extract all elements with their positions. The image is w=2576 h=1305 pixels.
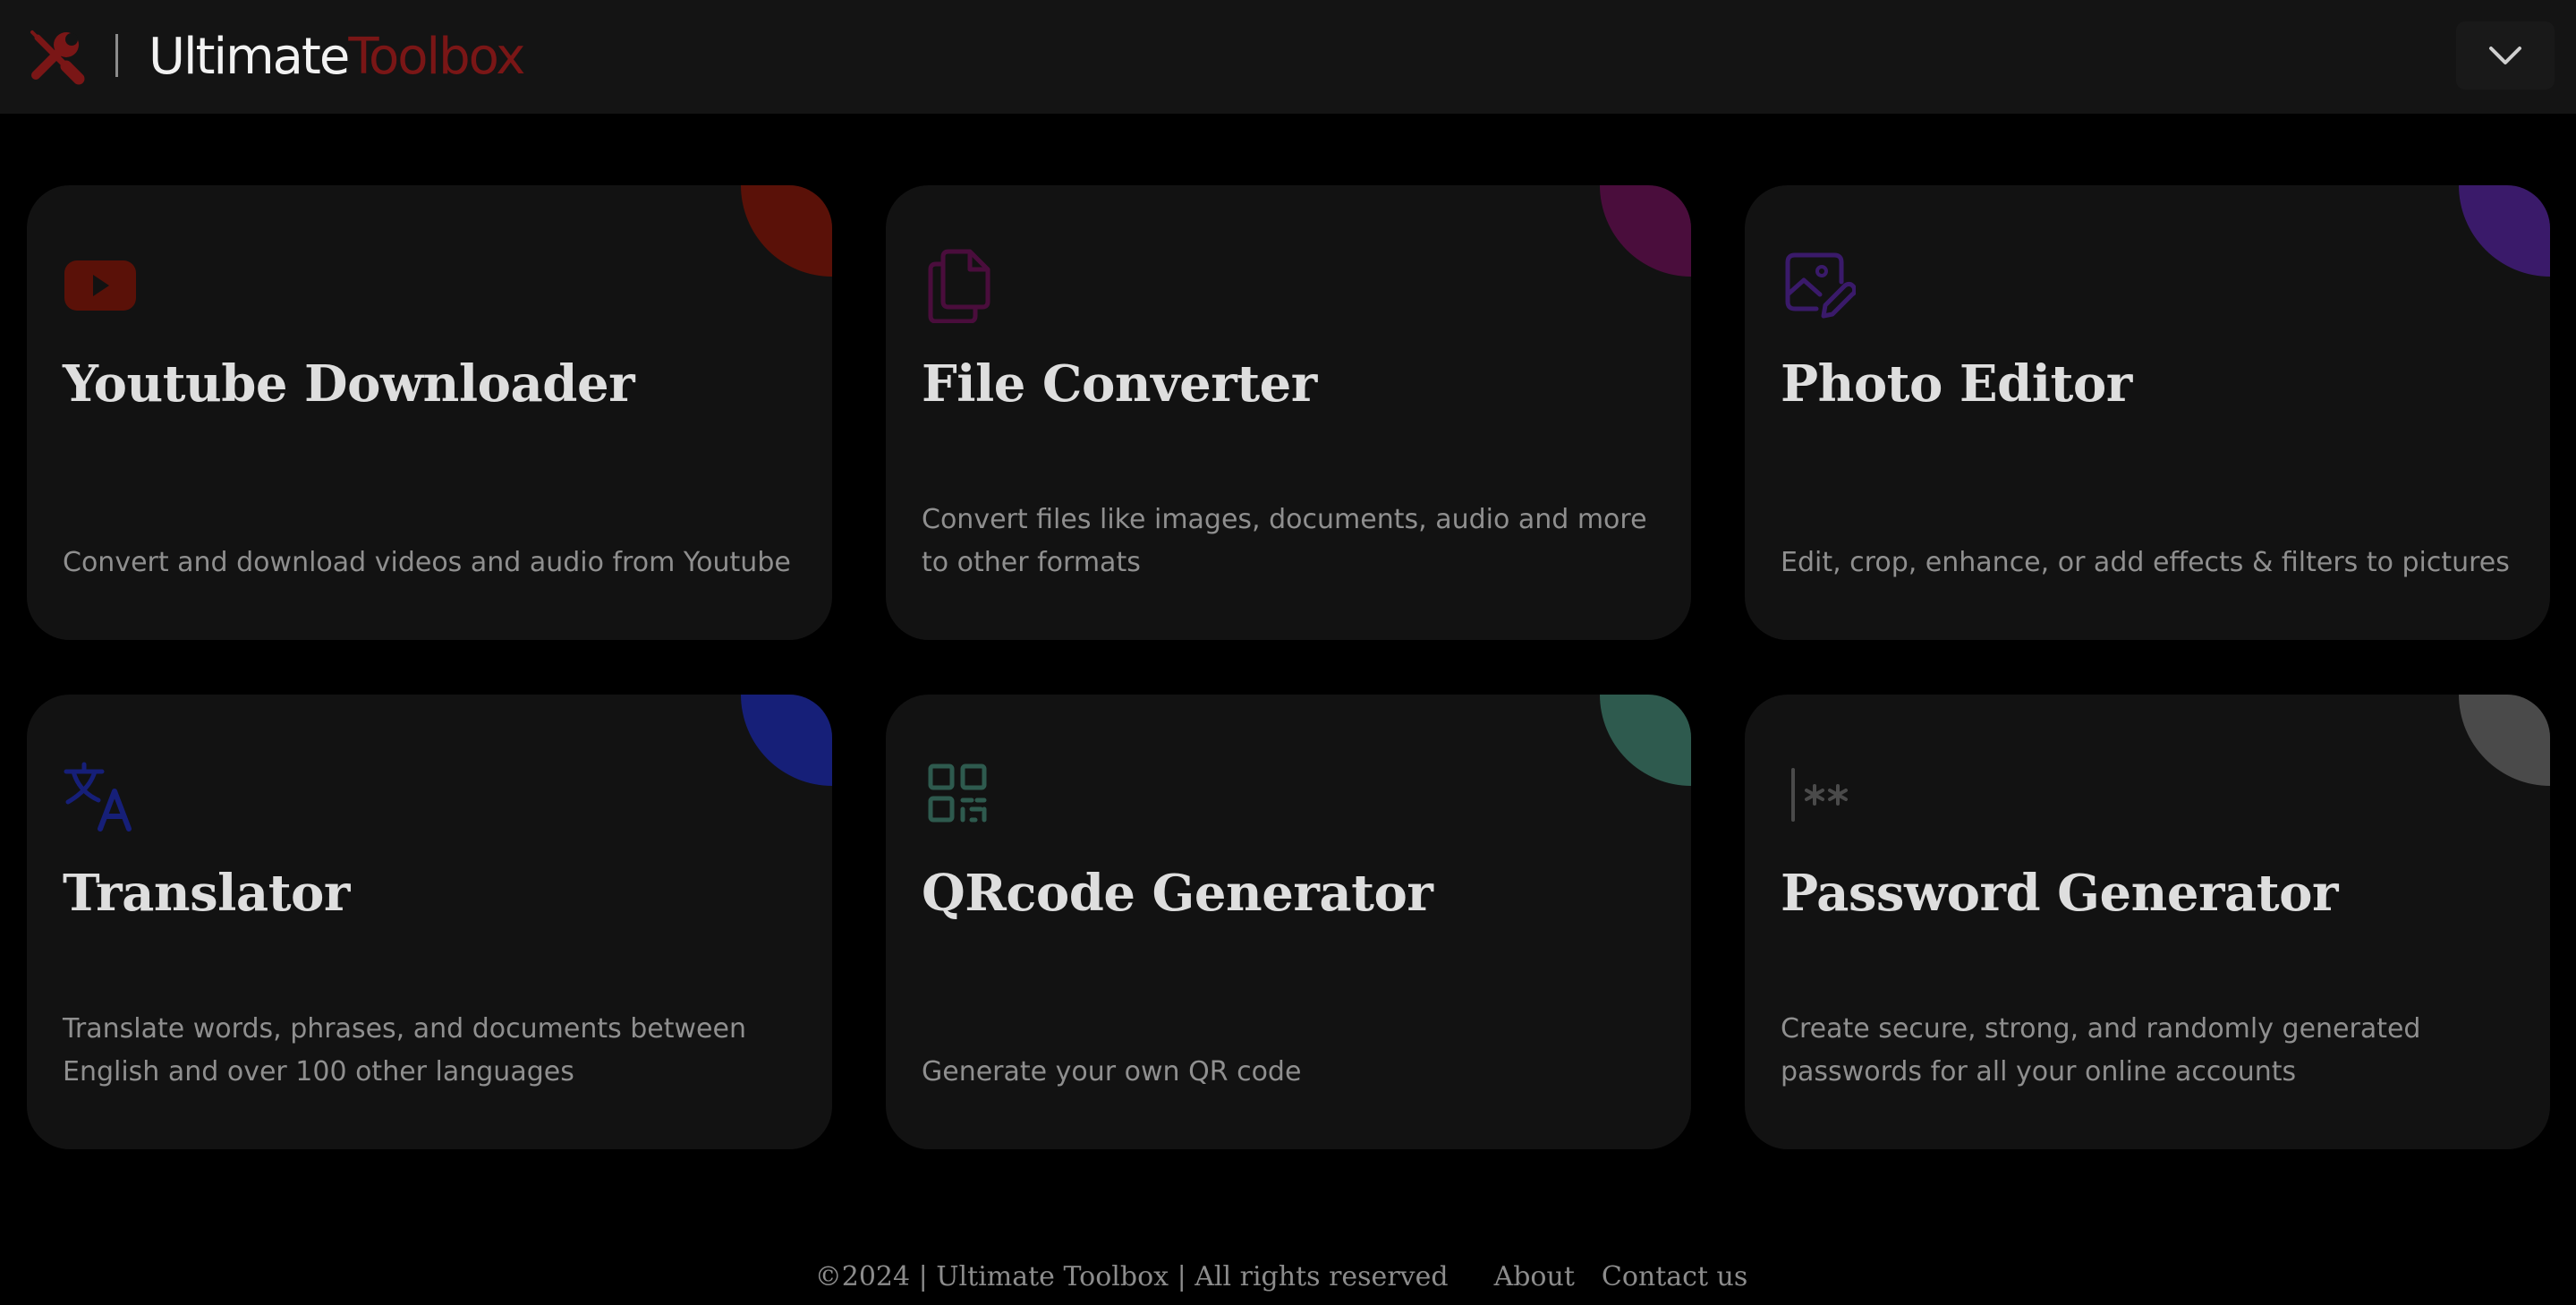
card-description: Convert files like images, documents, au… <box>922 504 1647 578</box>
tool-card-file-converter[interactable]: File Converter Convert files like images… <box>886 185 1691 640</box>
tool-card-password-generator[interactable]: Password Generator Create secure, strong… <box>1745 695 2550 1149</box>
card-description: Create secure, strong, and randomly gene… <box>1781 1013 2421 1088</box>
card-corner-decoration <box>2459 695 2550 786</box>
card-description: Convert and download videos and audio fr… <box>63 547 791 578</box>
password-icon <box>1791 768 1848 822</box>
footer-link-contact[interactable]: Contact us <box>1602 1261 1747 1292</box>
card-corner-decoration <box>741 695 832 786</box>
files-icon <box>928 249 990 323</box>
logo-divider <box>115 34 118 77</box>
chevron-down-icon <box>2489 47 2521 64</box>
qr-code-icon <box>928 763 987 823</box>
card-description: Edit, crop, enhance, or add effects & fi… <box>1781 547 2510 578</box>
brand-name-accent: Toolbox <box>348 28 525 86</box>
card-corner-decoration <box>741 185 832 277</box>
card-title: Translator <box>63 864 350 923</box>
card-description: Translate words, phrases, and documents … <box>63 1013 746 1088</box>
tools-icon[interactable] <box>27 27 86 86</box>
card-title: Youtube Downloader <box>63 354 635 414</box>
footer: ©2024 | Ultimate Toolbox | All rights re… <box>0 1255 2576 1298</box>
tool-card-qrcode-generator[interactable]: QRcode Generator Generate your own QR co… <box>886 695 1691 1149</box>
card-corner-decoration <box>2459 185 2550 277</box>
tool-card-translator[interactable]: Translator Translate words, phrases, and… <box>27 695 832 1149</box>
card-title: QRcode Generator <box>922 864 1433 923</box>
tool-card-youtube-downloader[interactable]: Youtube Downloader Convert and download … <box>27 185 832 640</box>
card-title: File Converter <box>922 354 1317 414</box>
card-description: Generate your own QR code <box>922 1056 1302 1088</box>
card-title: Password Generator <box>1781 864 2338 923</box>
menu-toggle-button[interactable] <box>2456 21 2555 90</box>
photo-edit-icon <box>1785 252 1856 319</box>
copyright-text: ©2024 | Ultimate Toolbox | All rights re… <box>814 1260 1449 1292</box>
card-corner-decoration <box>1600 695 1691 786</box>
brand-name[interactable]: UltimateToolbox <box>149 21 525 93</box>
card-title: Photo Editor <box>1781 354 2132 414</box>
card-corner-decoration <box>1600 185 1691 277</box>
brand-name-main: Ultimate <box>149 28 350 86</box>
top-navbar: UltimateToolbox <box>0 0 2576 114</box>
youtube-icon <box>64 260 136 311</box>
footer-link-about[interactable]: About <box>1494 1261 1575 1292</box>
translate-icon <box>64 762 132 832</box>
tool-card-photo-editor[interactable]: Photo Editor Edit, crop, enhance, or add… <box>1745 185 2550 640</box>
